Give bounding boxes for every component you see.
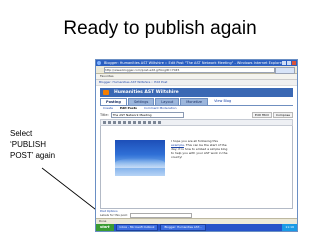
window-controls [282,61,296,65]
search-box[interactable] [275,67,295,74]
windows-taskbar: start Inbox - Microsoft Outlook Blogger:… [96,224,297,231]
post-title-input[interactable]: The AST Network Meeting [110,112,184,118]
bold-icon[interactable] [108,121,111,124]
edit-html-tab[interactable]: Edit Html [252,112,272,118]
blog-name: Humanities AST Wiltshire [114,90,179,95]
callout-text: Select ‘PUBLISH POST’ again [10,129,56,160]
maximize-icon[interactable] [287,61,291,65]
subtab-comment-moderation[interactable]: Comment Moderation [144,106,177,111]
align-left-icon[interactable] [128,121,131,124]
align-right-icon[interactable] [138,121,141,124]
taskbar-item-outlook[interactable]: Inbox - Microsoft Outlook [115,224,159,231]
title-row: Title: The AST Network Meeting Edit Html… [100,112,293,118]
link-icon[interactable] [123,121,126,124]
font-icon[interactable] [103,121,106,124]
title-label: Title: [100,113,109,117]
bullet-list-icon[interactable] [148,121,151,124]
post-image[interactable] [115,140,165,176]
subtab-create[interactable]: Create [103,106,113,111]
tab-layout[interactable]: Layout [155,98,180,105]
address-input[interactable]: http://www.blogger.com/post-edit.g?blogI… [104,67,275,73]
close-icon[interactable] [292,61,296,65]
post-body[interactable]: I hope you are all following this exampl… [171,139,231,159]
align-center-icon[interactable] [133,121,136,124]
tab-monetize[interactable]: Monetize [180,98,209,105]
browser-tab[interactable]: Blogger: Humanities AST Wiltshire :: Edi… [96,80,297,86]
address-bar: http://www.blogger.com/post-edit.g?blogI… [96,66,297,74]
blog-header: Humanities AST Wiltshire [100,88,293,97]
tab-settings[interactable]: Settings [127,98,155,105]
posting-subtabs: Create Edit Posts Comment Moderation [100,105,293,111]
italic-icon[interactable] [113,121,116,124]
image-icon[interactable] [153,121,156,124]
compose-tab[interactable]: Compose [272,112,293,118]
numbered-list-icon[interactable] [143,121,146,124]
minimize-icon[interactable] [282,61,286,65]
blogger-logo-icon [103,90,109,95]
subtab-edit-posts[interactable]: Edit Posts [120,106,137,111]
slide-title: Ready to publish again [63,18,257,39]
text-color-icon[interactable] [118,121,121,124]
ie-icon [97,61,101,65]
tab-view-blog[interactable]: View Blog [209,98,236,105]
tab-posting[interactable]: Posting [100,98,127,105]
system-clock: 11:16 [282,224,297,231]
window-title: Blogger: Humanities AST Wiltshire :: Edi… [104,61,284,65]
blogger-tabs: Posting Settings Layout Monetize View Bl… [100,98,293,105]
taskbar-item-blogger[interactable]: Blogger: Humanities AST... [160,224,206,231]
post-editor[interactable]: I hope you are all following this exampl… [100,126,293,209]
browser-window: Blogger: Humanities AST Wiltshire :: Edi… [95,59,298,232]
editor-modes: Edit Html Compose [252,112,293,118]
start-button[interactable]: start [96,224,114,231]
video-icon[interactable] [158,121,161,124]
editor-toolbar [100,119,293,126]
